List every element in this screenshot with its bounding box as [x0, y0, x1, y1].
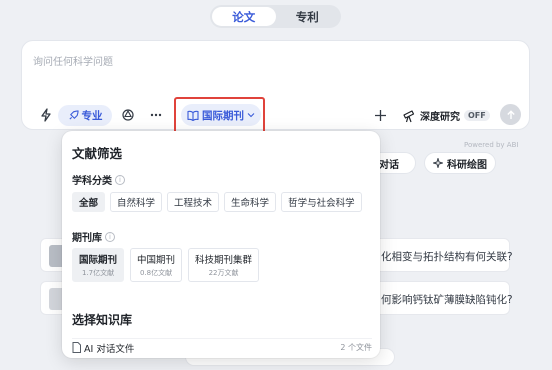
category-list: 全部 自然科学 工程技术 生命科学 哲学与社会科学 — [72, 192, 362, 212]
add-icon[interactable] — [372, 107, 388, 123]
subject-section-label: 学科分类 i — [72, 172, 125, 187]
chip-draw[interactable]: 科研绘图 — [424, 152, 496, 174]
lightning-icon[interactable] — [38, 107, 54, 123]
pro-label: 专业 — [81, 110, 103, 122]
kb-item-count: 2 个文件 — [340, 343, 372, 352]
library-name: 中国期刊 — [137, 255, 176, 266]
library-count: 1.7亿文献 — [81, 269, 115, 277]
library-count: 0.8亿文献 — [139, 269, 173, 277]
mode-tabs: 论文 专利 — [210, 5, 341, 28]
question-text: 何影响钙钛矿薄膜缺陷钝化? — [381, 294, 513, 306]
openai-icon[interactable] — [120, 107, 136, 123]
kb-item-label: AI 对话文件 — [84, 343, 135, 355]
search-placeholder: 询问任何科学问题 — [33, 57, 113, 68]
library-chinese[interactable]: 中国期刊 0.8亿文献 — [130, 248, 183, 282]
info-icon[interactable]: i — [115, 174, 125, 185]
library-section-label: 期刊库 i — [72, 229, 115, 244]
send-button[interactable] — [500, 104, 521, 125]
question-text: 化相变与拓扑结构有何关联? — [381, 251, 513, 263]
library-sci-tech-cluster[interactable]: 科技期刊集群 22万文献 — [188, 248, 260, 282]
deep-research-toggle[interactable]: 深度研究 OFF — [402, 106, 490, 125]
pro-mode-button[interactable]: 专业 — [58, 105, 112, 126]
knowledge-base-item[interactable]: AI 对话文件 2 个文件 — [72, 338, 372, 356]
info-icon[interactable]: i — [105, 231, 115, 242]
deep-research-state: OFF — [464, 110, 490, 121]
more-icon[interactable] — [148, 107, 164, 123]
library-label: 期刊库 — [72, 233, 102, 244]
library-count: 22万文献 — [208, 269, 239, 277]
category-philosophy-social[interactable]: 哲学与社会科学 — [281, 192, 362, 212]
category-natural-science[interactable]: 自然科学 — [110, 192, 163, 212]
highlight-box — [174, 97, 265, 134]
category-engineering[interactable]: 工程技术 — [167, 192, 220, 212]
library-name: 国际期刊 — [79, 255, 118, 266]
tab-patents[interactable]: 专利 — [276, 7, 340, 26]
subject-label: 学科分类 — [72, 176, 112, 187]
literature-filter-panel: 文献筛选 学科分类 i 全部 自然科学 工程技术 生命科学 哲学与社会科学 期刊… — [62, 131, 380, 358]
file-icon — [72, 342, 81, 353]
library-name: 科技期刊集群 — [195, 255, 253, 266]
category-life-science[interactable]: 生命科学 — [224, 192, 277, 212]
knowledge-base-title: 选择知识库 — [72, 313, 133, 327]
powered-by: Powered by ABI — [464, 141, 519, 149]
panel-title: 文献筛选 — [72, 146, 123, 161]
deep-research-label: 深度研究 — [420, 112, 460, 123]
library-list: 国际期刊 1.7亿文献 中国期刊 0.8亿文献 科技期刊集群 22万文献 — [72, 248, 260, 282]
tab-papers[interactable]: 论文 — [212, 7, 276, 26]
category-all[interactable]: 全部 — [72, 192, 106, 212]
arrow-up-icon — [506, 109, 516, 120]
library-international[interactable]: 国际期刊 1.7亿文献 — [72, 248, 125, 282]
rocket-icon — [68, 110, 79, 121]
chip-draw-label: 科研绘图 — [447, 159, 487, 171]
telescope-icon — [402, 109, 416, 123]
sparkle-icon — [433, 158, 443, 168]
